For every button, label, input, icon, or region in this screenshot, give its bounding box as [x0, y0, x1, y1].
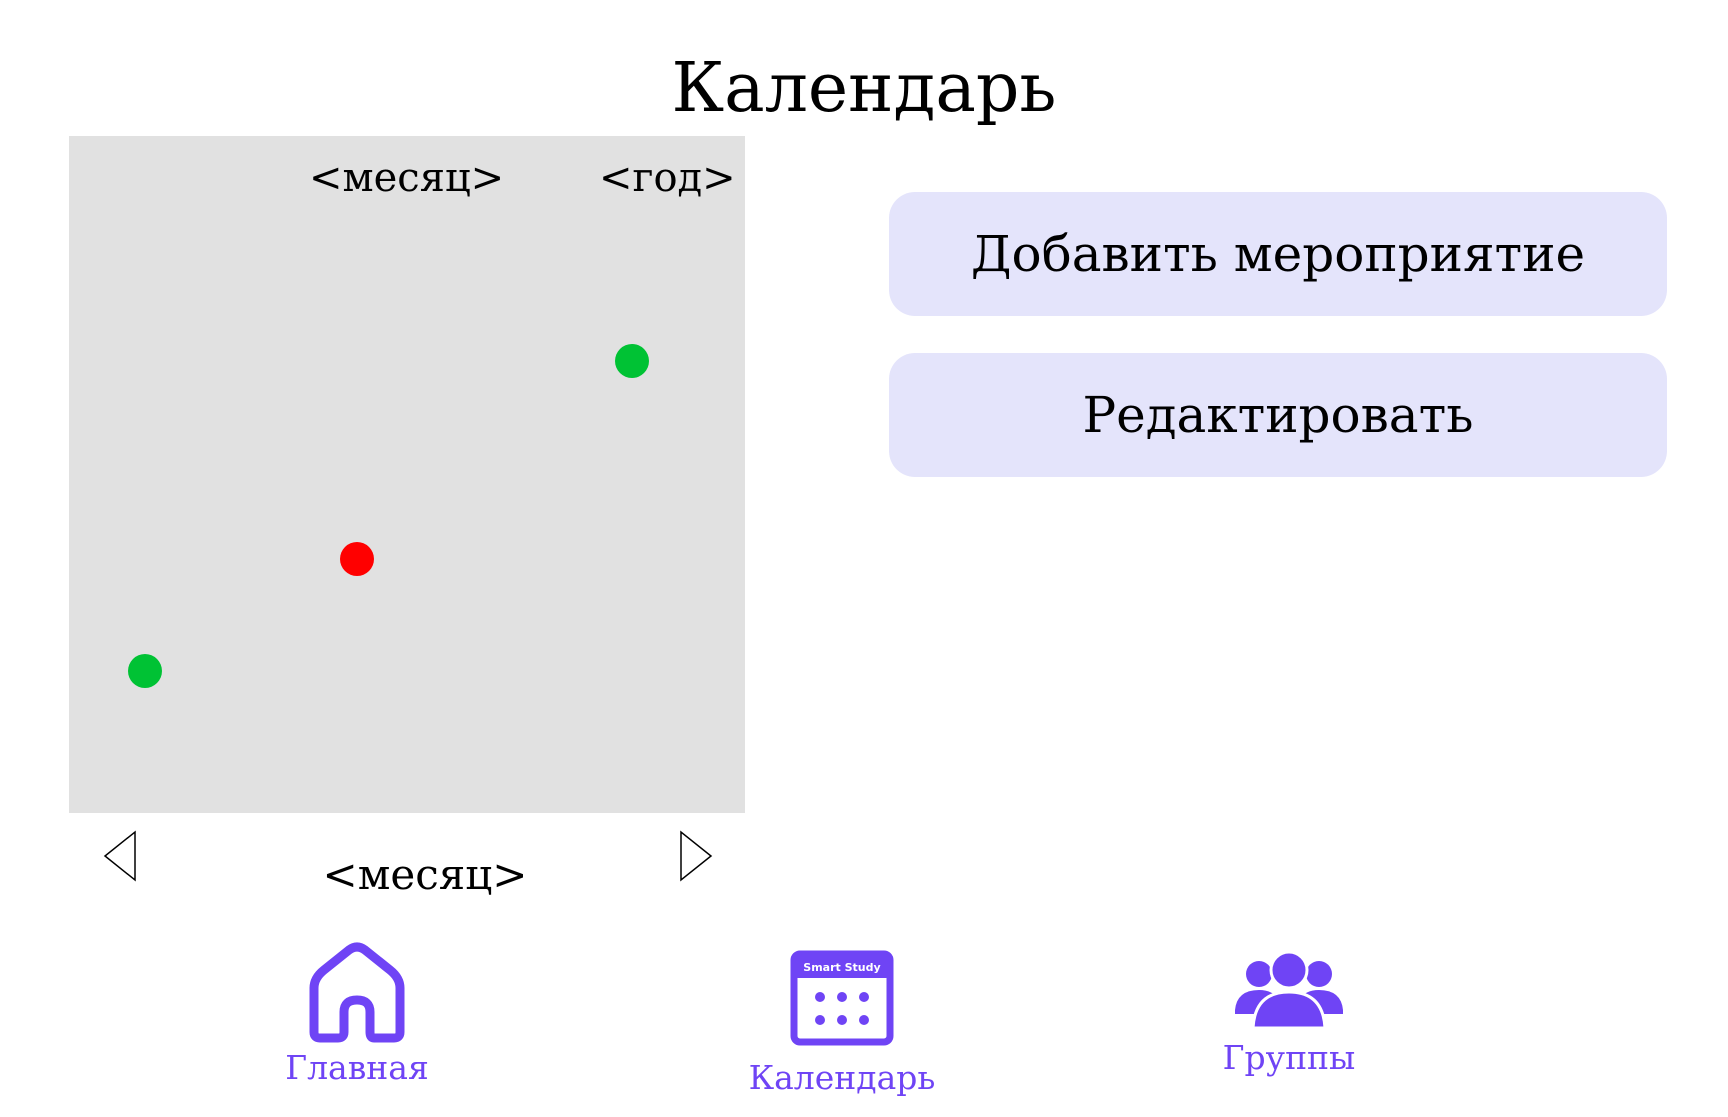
triangle-right-icon: [680, 830, 713, 882]
group-icon: [1235, 950, 1343, 1030]
calendar-icon-text: Smart Study: [803, 961, 880, 974]
calendar-year-header[interactable]: <год>: [599, 154, 736, 202]
event-dot-green[interactable]: [128, 654, 162, 688]
event-dot-green[interactable]: [615, 344, 649, 378]
add-event-button[interactable]: Добавить мероприятие: [889, 192, 1667, 316]
nav-item-label: Календарь: [748, 1058, 936, 1097]
page-title: Календарь: [671, 49, 1057, 128]
prev-month-button[interactable]: [102, 830, 138, 882]
nav-item-home[interactable]: Главная: [264, 940, 450, 1088]
home-icon: [309, 942, 405, 1043]
edit-button[interactable]: Редактировать: [889, 353, 1667, 477]
nav-item-groups[interactable]: Группы: [1194, 950, 1384, 1078]
nav-item-label: Главная: [285, 1048, 429, 1087]
nav-month-label: <месяц>: [322, 850, 528, 899]
nav-item-calendar[interactable]: Smart Study Календарь: [742, 950, 942, 1098]
calendar-icon: Smart Study: [790, 950, 894, 1046]
calendar-panel: <месяц> <год>: [69, 136, 745, 813]
event-dot-red[interactable]: [340, 542, 374, 576]
nav-item-label: Группы: [1222, 1038, 1356, 1077]
next-month-button[interactable]: [678, 830, 714, 882]
calendar-month-header[interactable]: <месяц>: [309, 154, 504, 202]
triangle-left-icon: [103, 830, 136, 882]
